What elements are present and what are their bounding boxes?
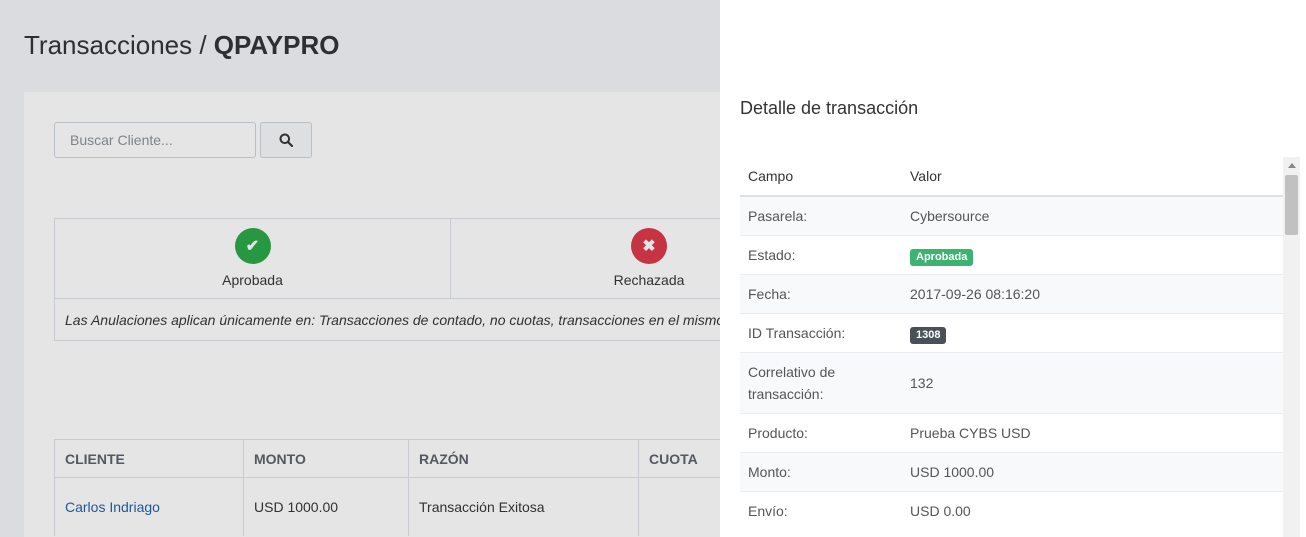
detail-value: Cybersource — [902, 195, 1284, 235]
detail-row-fecha: Fecha: 2017-09-26 08:16:20 — [740, 273, 1284, 313]
detail-col-value: Valor — [902, 157, 1284, 197]
detail-field: Envío: — [740, 490, 902, 530]
detail-field: Producto: — [740, 412, 902, 452]
detail-value: USD 0.00 — [902, 490, 1284, 530]
detail-value: USD 1000.00 — [902, 451, 1284, 491]
id-badge: 1308 — [910, 326, 947, 344]
transaction-detail-panel: Detalle de transacción Campo Valor Pasar… — [720, 0, 1306, 537]
scroll-up-arrow-icon[interactable] — [1283, 157, 1300, 173]
detail-scroll-area[interactable]: Campo Valor Pasarela: Cybersource Estado… — [740, 157, 1284, 537]
detail-row-pasarela: Pasarela: Cybersource — [740, 195, 1284, 235]
detail-field: Estado: — [740, 234, 902, 274]
detail-value: Aprobada — [902, 234, 1284, 274]
detail-field: Fecha: — [740, 273, 902, 313]
detail-value: Prueba CYBS USD — [902, 412, 1284, 452]
detail-row-id: ID Transacción: 1308 — [740, 312, 1284, 352]
detail-value: 2017-09-26 08:16:20 — [902, 273, 1284, 313]
detail-row-correlativo: Correlativo de transacción: 132 — [740, 351, 1284, 413]
detail-value: 1308 — [902, 312, 1284, 352]
detail-table: Campo Valor Pasarela: Cybersource Estado… — [740, 157, 1284, 530]
detail-value: 132 — [902, 351, 1284, 413]
detail-row-envio: Envío: USD 0.00 — [740, 490, 1284, 530]
scroll-thumb[interactable] — [1285, 175, 1298, 235]
detail-field: ID Transacción: — [740, 312, 902, 352]
detail-field: Pasarela: — [740, 195, 902, 235]
detail-col-field: Campo — [740, 157, 902, 197]
detail-row-producto: Producto: Prueba CYBS USD — [740, 412, 1284, 452]
detail-row-monto: Monto: USD 1000.00 — [740, 451, 1284, 491]
detail-row-estado: Estado: Aprobada — [740, 234, 1284, 274]
status-badge: Aprobada — [910, 248, 974, 266]
panel-title: Detalle de transacción — [740, 98, 919, 118]
detail-field: Monto: — [740, 451, 902, 491]
detail-field: Correlativo de transacción: — [740, 351, 902, 413]
detail-scrollbar[interactable] — [1283, 157, 1300, 537]
